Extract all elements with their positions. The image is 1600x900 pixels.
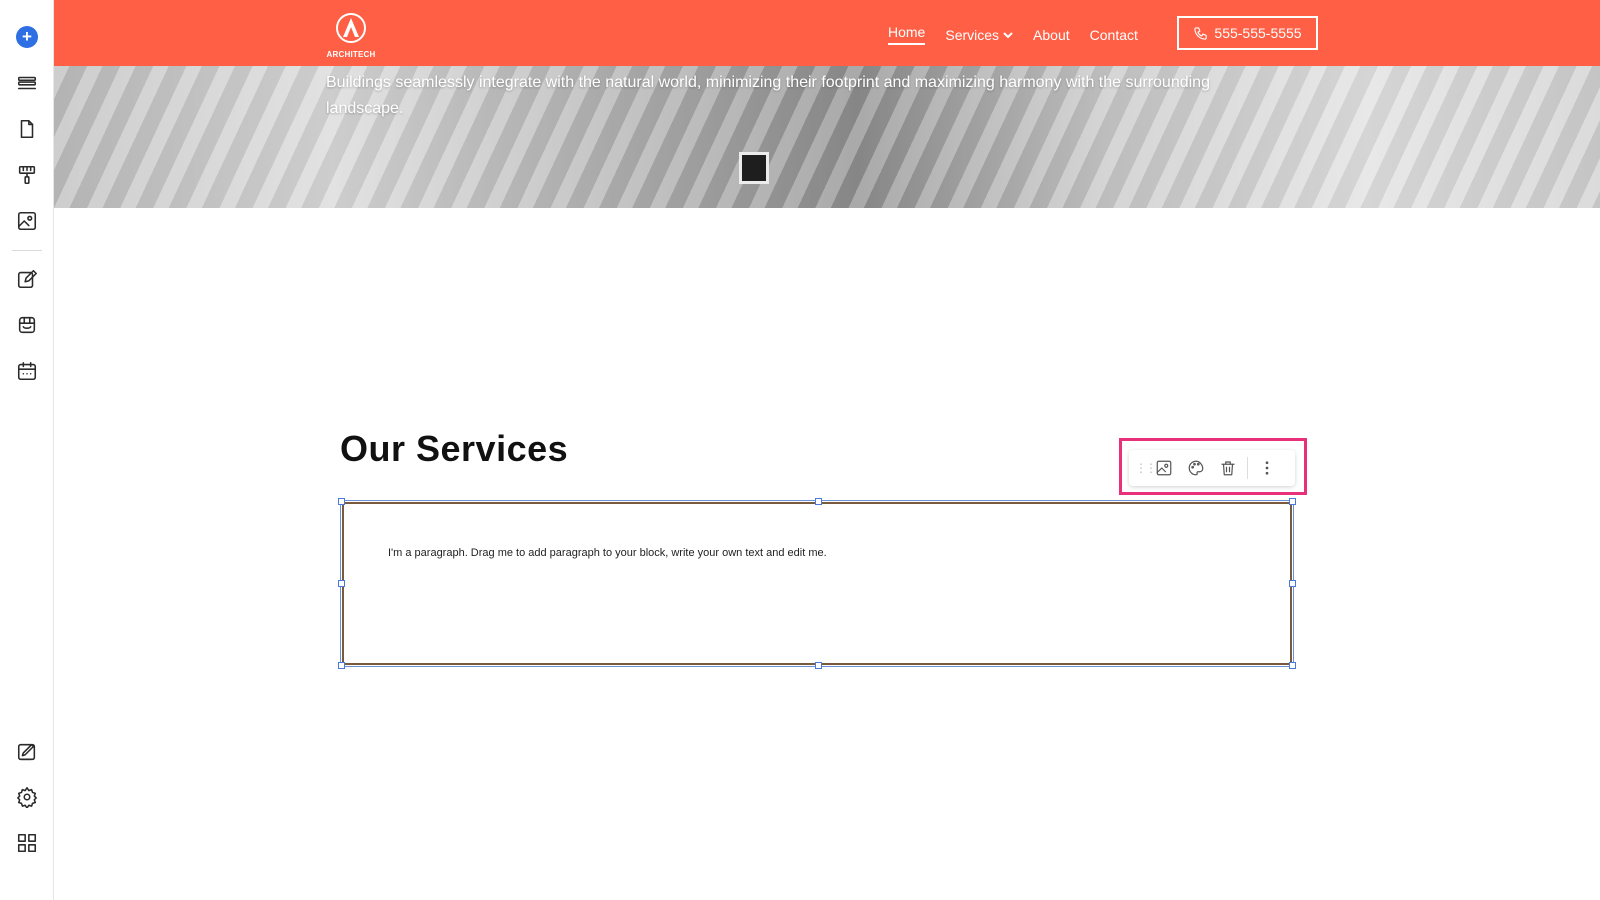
pages-button[interactable] — [13, 115, 41, 143]
element-toolbar: ⋮⋮ — [1129, 450, 1295, 486]
services-title[interactable]: Our Services — [340, 428, 568, 470]
logo-text: ARCHITECH — [326, 50, 376, 59]
nav-home[interactable]: Home — [888, 24, 926, 45]
store-icon — [18, 316, 36, 334]
hero-section: Buildings seamlessly integrate with the … — [54, 66, 1600, 208]
resize-handle-top-left[interactable] — [338, 498, 345, 505]
logo-icon — [336, 13, 366, 43]
edit-board-icon — [17, 743, 36, 761]
sections-button[interactable] — [13, 69, 41, 97]
apps-icon — [17, 833, 37, 853]
calendar-icon — [17, 361, 37, 381]
nav-services[interactable]: Services — [945, 27, 1013, 43]
nav-about[interactable]: About — [1033, 27, 1070, 43]
hero-door — [739, 152, 769, 184]
phone-number: 555-555-5555 — [1214, 25, 1302, 41]
toolbar-separator — [1247, 457, 1248, 479]
delete-button[interactable] — [1215, 455, 1241, 481]
phone-icon — [1194, 26, 1208, 40]
add-element-button[interactable]: + — [13, 23, 41, 51]
media-button[interactable] — [13, 207, 41, 235]
main-nav: Home Services About Contact — [888, 24, 1138, 45]
design-button[interactable] — [13, 161, 41, 189]
store-button[interactable] — [13, 311, 41, 339]
resize-handle-top[interactable] — [815, 498, 822, 505]
design-style-button[interactable] — [1183, 455, 1209, 481]
resize-handle-bottom-left[interactable] — [338, 662, 345, 669]
sidebar-divider — [12, 250, 42, 251]
chevron-down-icon — [1003, 31, 1013, 38]
settings-button[interactable] — [13, 783, 41, 811]
resize-handle-right[interactable] — [1289, 580, 1296, 587]
drag-handle-icon[interactable]: ⋮⋮ — [1135, 461, 1157, 475]
gear-icon — [17, 787, 37, 808]
trash-icon — [1221, 461, 1235, 476]
resize-handle-top-right[interactable] — [1289, 498, 1296, 505]
nav-services-label: Services — [945, 26, 1000, 43]
nav-home-label: Home — [888, 24, 926, 40]
more-vertical-icon — [1265, 461, 1269, 475]
site-logo[interactable]: ARCHITECH — [326, 12, 376, 59]
image-icon — [17, 211, 37, 231]
nav-contact-label: Contact — [1089, 26, 1138, 43]
blog-button[interactable] — [13, 265, 41, 293]
site-header: ARCHITECH Home Services About Contact 55… — [54, 0, 1600, 66]
image-button[interactable] — [1151, 455, 1177, 481]
apps-button[interactable] — [13, 829, 41, 857]
resize-handle-bottom-right[interactable] — [1289, 662, 1296, 669]
more-options-button[interactable] — [1254, 455, 1280, 481]
hero-text: Buildings seamlessly integrate with the … — [326, 74, 1210, 117]
marketing-button[interactable] — [13, 738, 41, 766]
phone-button[interactable]: 555-555-5555 — [1177, 16, 1318, 50]
bookings-button[interactable] — [13, 357, 41, 385]
paint-roller-icon — [18, 165, 36, 185]
edit-icon — [17, 269, 37, 289]
palette-icon — [1188, 460, 1204, 476]
editor-canvas: ARCHITECH Home Services About Contact 55… — [54, 0, 1600, 900]
image-icon — [1156, 460, 1172, 476]
plus-icon: + — [16, 26, 38, 48]
paragraph-text[interactable]: I'm a paragraph. Drag me to add paragrap… — [388, 547, 827, 559]
editor-sidebar: + — [0, 0, 54, 900]
resize-handle-bottom[interactable] — [815, 662, 822, 669]
resize-handle-left[interactable] — [338, 580, 345, 587]
paragraph-block[interactable]: I'm a paragraph. Drag me to add paragrap… — [338, 498, 1296, 669]
nav-about-label: About — [1033, 26, 1070, 43]
page-icon — [20, 119, 34, 139]
layers-icon — [17, 76, 37, 90]
nav-contact[interactable]: Contact — [1090, 27, 1138, 43]
